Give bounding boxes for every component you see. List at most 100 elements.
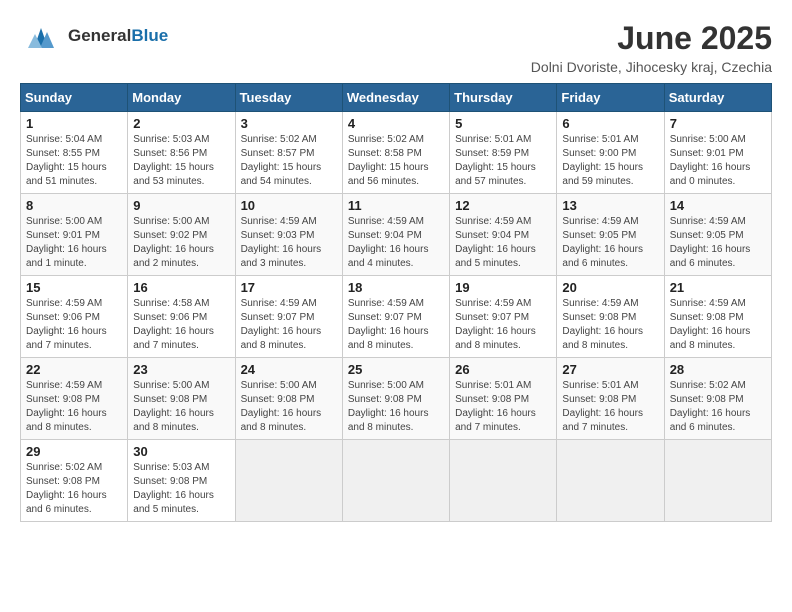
day-number: 13 bbox=[562, 198, 658, 213]
day-info: Sunrise: 4:59 AMSunset: 9:06 PMDaylight:… bbox=[26, 298, 107, 351]
header: GeneralBlue June 2025 Dolni Dvoriste, Ji… bbox=[20, 20, 772, 75]
day-info: Sunrise: 4:59 AMSunset: 9:07 PMDaylight:… bbox=[455, 298, 536, 351]
header-sunday: Sunday bbox=[21, 84, 128, 112]
calendar-cell bbox=[557, 440, 664, 522]
title-area: June 2025 Dolni Dvoriste, Jihocesky kraj… bbox=[531, 20, 772, 75]
calendar-cell: 29 Sunrise: 5:02 AMSunset: 9:08 PMDayligh… bbox=[21, 440, 128, 522]
day-info: Sunrise: 5:02 AMSunset: 8:58 PMDaylight:… bbox=[348, 134, 429, 187]
day-number: 8 bbox=[26, 198, 122, 213]
calendar-body: 1Sunrise: 5:04 AMSunset: 8:55 PMDaylight… bbox=[21, 112, 772, 522]
day-info: Sunrise: 5:00 AMSunset: 9:01 PMDaylight:… bbox=[26, 216, 107, 269]
header-tuesday: Tuesday bbox=[235, 84, 342, 112]
day-info: Sunrise: 5:00 AMSunset: 9:08 PMDaylight:… bbox=[348, 380, 429, 433]
header-monday: Monday bbox=[128, 84, 235, 112]
day-number: 9 bbox=[133, 198, 229, 213]
day-number: 30 bbox=[133, 444, 229, 459]
header-wednesday: Wednesday bbox=[342, 84, 449, 112]
day-info: Sunrise: 5:02 AMSunset: 9:08 PMDaylight:… bbox=[26, 462, 107, 515]
calendar-cell: 9 Sunrise: 5:00 AMSunset: 9:02 PMDaylight… bbox=[128, 194, 235, 276]
calendar-cell: 26 Sunrise: 5:01 AMSunset: 9:08 PMDayligh… bbox=[450, 358, 557, 440]
day-info: Sunrise: 5:03 AMSunset: 9:08 PMDaylight:… bbox=[133, 462, 214, 515]
day-number: 16 bbox=[133, 280, 229, 295]
calendar-cell: 14Sunrise: 4:59 AMSunset: 9:05 PMDayligh… bbox=[664, 194, 771, 276]
calendar-cell: 15 Sunrise: 4:59 AMSunset: 9:06 PMDayligh… bbox=[21, 276, 128, 358]
day-number: 22 bbox=[26, 362, 122, 377]
day-info: Sunrise: 4:59 AMSunset: 9:05 PMDaylight:… bbox=[670, 216, 751, 269]
calendar-cell: 30 Sunrise: 5:03 AMSunset: 9:08 PMDayligh… bbox=[128, 440, 235, 522]
day-info: Sunrise: 5:01 AMSunset: 8:59 PMDaylight:… bbox=[455, 134, 536, 187]
logo-icon bbox=[20, 20, 64, 52]
day-number: 4 bbox=[348, 116, 444, 131]
day-info: Sunrise: 5:00 AMSunset: 9:08 PMDaylight:… bbox=[241, 380, 322, 433]
calendar-cell: 1Sunrise: 5:04 AMSunset: 8:55 PMDaylight… bbox=[21, 112, 128, 194]
day-number: 11 bbox=[348, 198, 444, 213]
day-number: 28 bbox=[670, 362, 766, 377]
calendar-cell: 12 Sunrise: 4:59 AMSunset: 9:04 PMDayligh… bbox=[450, 194, 557, 276]
calendar-cell: 20 Sunrise: 4:59 AMSunset: 9:08 PMDayligh… bbox=[557, 276, 664, 358]
day-number: 25 bbox=[348, 362, 444, 377]
header-thursday: Thursday bbox=[450, 84, 557, 112]
calendar-cell bbox=[342, 440, 449, 522]
day-info: Sunrise: 5:00 AMSunset: 9:08 PMDaylight:… bbox=[133, 380, 214, 433]
calendar-cell: 19 Sunrise: 4:59 AMSunset: 9:07 PMDayligh… bbox=[450, 276, 557, 358]
calendar-cell: 25 Sunrise: 5:00 AMSunset: 9:08 PMDayligh… bbox=[342, 358, 449, 440]
calendar-cell: 8 Sunrise: 5:00 AMSunset: 9:01 PMDaylight… bbox=[21, 194, 128, 276]
day-number: 26 bbox=[455, 362, 551, 377]
calendar-cell: 22 Sunrise: 4:59 AMSunset: 9:08 PMDayligh… bbox=[21, 358, 128, 440]
day-info: Sunrise: 4:59 AMSunset: 9:07 PMDaylight:… bbox=[241, 298, 322, 351]
calendar-cell: 7 Sunrise: 5:00 AMSunset: 9:01 PMDaylight… bbox=[664, 112, 771, 194]
day-info: Sunrise: 4:59 AMSunset: 9:07 PMDaylight:… bbox=[348, 298, 429, 351]
day-info: Sunrise: 4:59 AMSunset: 9:08 PMDaylight:… bbox=[670, 298, 751, 351]
day-number: 27 bbox=[562, 362, 658, 377]
day-number: 21 bbox=[670, 280, 766, 295]
calendar-table: Sunday Monday Tuesday Wednesday Thursday… bbox=[20, 83, 772, 522]
day-info: Sunrise: 4:59 AMSunset: 9:05 PMDaylight:… bbox=[562, 216, 643, 269]
day-number: 5 bbox=[455, 116, 551, 131]
day-number: 29 bbox=[26, 444, 122, 459]
day-info: Sunrise: 5:03 AMSunset: 8:56 PMDaylight:… bbox=[133, 134, 214, 187]
day-info: Sunrise: 5:01 AMSunset: 9:08 PMDaylight:… bbox=[455, 380, 536, 433]
day-number: 7 bbox=[670, 116, 766, 131]
logo-blue: Blue bbox=[131, 26, 168, 45]
day-number: 23 bbox=[133, 362, 229, 377]
day-number: 12 bbox=[455, 198, 551, 213]
day-info: Sunrise: 4:58 AMSunset: 9:06 PMDaylight:… bbox=[133, 298, 214, 351]
day-number: 24 bbox=[241, 362, 337, 377]
calendar-cell: 18Sunrise: 4:59 AMSunset: 9:07 PMDayligh… bbox=[342, 276, 449, 358]
calendar-cell: 3 Sunrise: 5:02 AMSunset: 8:57 PMDaylight… bbox=[235, 112, 342, 194]
day-number: 15 bbox=[26, 280, 122, 295]
day-number: 20 bbox=[562, 280, 658, 295]
calendar-cell: 23 Sunrise: 5:00 AMSunset: 9:08 PMDayligh… bbox=[128, 358, 235, 440]
day-number: 6 bbox=[562, 116, 658, 131]
calendar-cell bbox=[664, 440, 771, 522]
day-number: 2 bbox=[133, 116, 229, 131]
calendar-cell: 16 Sunrise: 4:58 AMSunset: 9:06 PMDayligh… bbox=[128, 276, 235, 358]
day-info: Sunrise: 4:59 AMSunset: 9:08 PMDaylight:… bbox=[562, 298, 643, 351]
header-row: Sunday Monday Tuesday Wednesday Thursday… bbox=[21, 84, 772, 112]
header-friday: Friday bbox=[557, 84, 664, 112]
calendar-cell: 27 Sunrise: 5:01 AMSunset: 9:08 PMDayligh… bbox=[557, 358, 664, 440]
calendar-cell: 21 Sunrise: 4:59 AMSunset: 9:08 PMDayligh… bbox=[664, 276, 771, 358]
day-number: 1 bbox=[26, 116, 122, 131]
calendar-cell bbox=[235, 440, 342, 522]
day-number: 3 bbox=[241, 116, 337, 131]
calendar-cell: 28 Sunrise: 5:02 AMSunset: 9:08 PMDayligh… bbox=[664, 358, 771, 440]
logo-general: General bbox=[68, 26, 131, 45]
calendar-cell: 5 Sunrise: 5:01 AMSunset: 8:59 PMDaylight… bbox=[450, 112, 557, 194]
day-info: Sunrise: 4:59 AMSunset: 9:08 PMDaylight:… bbox=[26, 380, 107, 433]
calendar-cell: 10Sunrise: 4:59 AMSunset: 9:03 PMDayligh… bbox=[235, 194, 342, 276]
calendar-cell: 4 Sunrise: 5:02 AMSunset: 8:58 PMDaylight… bbox=[342, 112, 449, 194]
calendar-cell: 13 Sunrise: 4:59 AMSunset: 9:05 PMDayligh… bbox=[557, 194, 664, 276]
day-info: Sunrise: 5:01 AMSunset: 9:08 PMDaylight:… bbox=[562, 380, 643, 433]
calendar-cell bbox=[450, 440, 557, 522]
day-info: Sunrise: 5:02 AMSunset: 8:57 PMDaylight:… bbox=[241, 134, 322, 187]
day-number: 19 bbox=[455, 280, 551, 295]
day-info: Sunrise: 4:59 AMSunset: 9:04 PMDaylight:… bbox=[348, 216, 429, 269]
day-info: Sunrise: 5:00 AMSunset: 9:02 PMDaylight:… bbox=[133, 216, 214, 269]
day-info: Sunrise: 5:00 AMSunset: 9:01 PMDaylight:… bbox=[670, 134, 751, 187]
calendar-cell: 2 Sunrise: 5:03 AMSunset: 8:56 PMDaylight… bbox=[128, 112, 235, 194]
day-info: Sunrise: 4:59 AMSunset: 9:04 PMDaylight:… bbox=[455, 216, 536, 269]
day-info: Sunrise: 5:02 AMSunset: 9:08 PMDaylight:… bbox=[670, 380, 751, 433]
calendar-title: June 2025 bbox=[531, 20, 772, 57]
day-number: 17 bbox=[241, 280, 337, 295]
